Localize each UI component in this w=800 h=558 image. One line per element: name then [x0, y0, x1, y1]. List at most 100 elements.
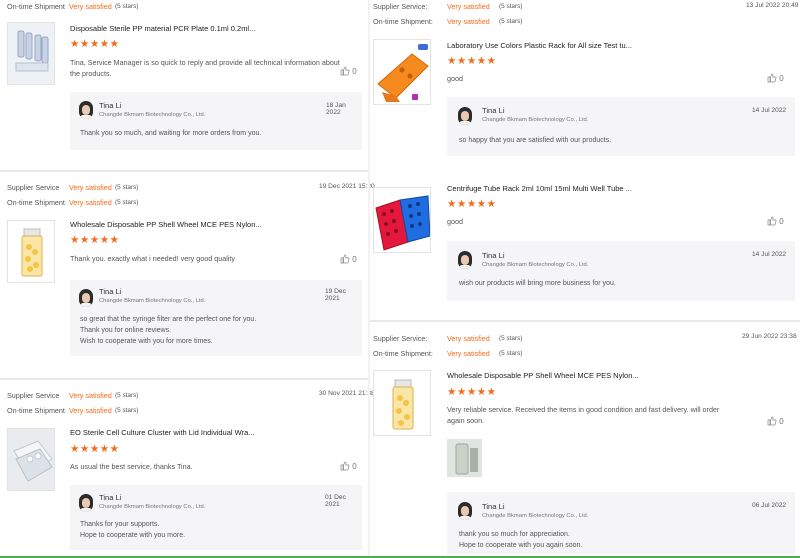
thumbs-up-icon — [340, 254, 350, 264]
like-button[interactable]: 0 — [340, 254, 357, 264]
shipment-label: On-time Shipment: — [373, 17, 433, 26]
orange-rack-image — [377, 44, 429, 102]
syringe-filter-jar-image — [21, 228, 43, 277]
review-photo[interactable] — [447, 439, 482, 477]
review-card: Supplier Service: Very satisfied (5 star… — [370, 0, 800, 168]
shipment-stars-text: (5 stars) — [499, 17, 523, 25]
supplier-stars-text: (5 stars) — [499, 2, 523, 10]
product-image[interactable] — [373, 370, 431, 436]
review-comment: As usual the best service, thanks Tina. — [70, 462, 193, 471]
left-review-column: On-time Shipment Very satisfied (5 stars… — [0, 0, 375, 558]
like-count: 0 — [779, 74, 784, 83]
avatar — [458, 502, 472, 520]
shipment-stars-text: (5 stars) — [115, 2, 139, 10]
reply-author: Tina Li — [99, 101, 122, 110]
product-title-link[interactable]: Wholesale Disposable PP Shell Wheel MCE … — [447, 371, 639, 380]
shipment-rating: Very satisfied — [447, 349, 490, 358]
like-count: 0 — [352, 255, 357, 264]
rating-stars: ★★★★★ — [447, 386, 497, 398]
review-comment: Thank you. exactly what i needed! very g… — [70, 254, 236, 263]
supplier-rating-row: Supplier Service Very satisfied (5 stars… — [7, 183, 138, 192]
thumbs-up-icon — [767, 73, 777, 83]
review-card: Centrifuge Tube Rack 2ml 10ml 15ml Multi… — [370, 168, 800, 320]
reply-date: 01 Dec 2021 — [325, 494, 346, 508]
reply-text: Thanks for your supports. Hope to cooper… — [80, 521, 186, 539]
thumbs-up-icon — [340, 461, 350, 471]
shipment-label: On-time Shipment: — [373, 349, 433, 358]
seller-reply: Tina Li Changde Bkmam Biotechnology Co.,… — [70, 280, 362, 356]
product-image[interactable] — [7, 428, 55, 491]
like-count: 0 — [779, 417, 784, 426]
pcr-plate-image — [8, 23, 54, 84]
like-button[interactable]: 0 — [340, 461, 357, 471]
seller-reply: Tina Li Changde Bkmam Biotechnology Co.,… — [447, 492, 795, 554]
shipment-rating: Very satisfied — [69, 2, 112, 11]
rating-stars: ★★★★★ — [447, 55, 497, 67]
like-button[interactable]: 0 — [767, 416, 784, 426]
like-button[interactable]: 0 — [767, 216, 784, 226]
like-count: 0 — [352, 67, 357, 76]
product-image[interactable] — [373, 39, 431, 105]
shipment-label: On-time Shipment — [7, 406, 65, 415]
product-title-link[interactable]: Laboratory Use Colors Plastic Rack for A… — [447, 41, 632, 50]
shipment-stars-text: (5 stars) — [499, 349, 523, 357]
like-count: 0 — [779, 217, 784, 226]
like-button[interactable]: 0 — [767, 73, 784, 83]
like-button[interactable]: 0 — [340, 66, 357, 76]
shipment-label: On-time Shipment — [7, 198, 65, 207]
syringe-filter-jar-image — [392, 379, 414, 430]
product-image[interactable] — [7, 22, 55, 85]
supplier-label: Supplier Service: — [373, 2, 428, 11]
seller-reply: Tina Li Changde Bkmam Biotechnology Co.,… — [70, 92, 362, 150]
product-title-link[interactable]: Disposable Sterile PP material PCR Plate… — [70, 24, 255, 33]
avatar — [458, 107, 472, 125]
shipment-rating-row: On-time Shipment: Very satisfied (5 star… — [373, 349, 522, 358]
review-date: 30 Nov 2021 21:38 — [319, 390, 375, 397]
review-card: On-time Shipment Very satisfied (5 stars… — [0, 0, 368, 170]
supplier-rating-row: Supplier Service Very satisfied (5 stars… — [7, 391, 138, 400]
shipment-rating-row: On-time Shipment Very satisfied (5 stars… — [7, 406, 138, 415]
avatar — [79, 101, 93, 119]
reply-author: Tina Li — [482, 106, 505, 115]
review-date: 19 Dec 2021 15:20 — [319, 183, 375, 190]
seller-reply: Tina Li Changde Bkmam Biotechnology Co.,… — [447, 241, 795, 301]
avatar — [79, 289, 93, 307]
reply-date: 19 Dec 2021 — [325, 288, 346, 302]
review-date: 29 Jun 2022 23:38 — [742, 333, 797, 340]
product-title-link[interactable]: EO Sterile Cell Culture Cluster with Lid… — [70, 428, 255, 437]
review-comment: good — [447, 74, 463, 83]
supplier-stars-text: (5 stars) — [499, 334, 523, 342]
rating-stars: ★★★★★ — [70, 38, 120, 50]
reply-company: Changde Bkmam Biotechnology Co., Ltd. — [482, 513, 589, 519]
tube-rack-image — [375, 195, 430, 251]
reply-text: so happy that you are satisfied with our… — [459, 137, 612, 144]
product-title-link[interactable]: Centrifuge Tube Rack 2ml 10ml 15ml Multi… — [447, 184, 632, 193]
product-image[interactable] — [373, 187, 431, 253]
supplier-rating: Very satisfied — [447, 334, 490, 343]
shipment-rating: Very satisfied — [69, 406, 112, 415]
reply-author: Tina Li — [482, 502, 505, 511]
review-comment: Tina, Service Manager is so quick to rep… — [70, 58, 340, 78]
reply-author: Tina Li — [99, 287, 122, 296]
shipment-rating-row: On-time Shipment Very satisfied (5 stars… — [7, 2, 138, 11]
reply-date: 14 Jul 2022 — [752, 107, 787, 114]
shipment-label: On-time Shipment — [7, 2, 65, 11]
reply-author: Tina Li — [482, 251, 505, 260]
review-card: Supplier Service: Very satisfied (5 star… — [370, 320, 800, 558]
supplier-label: Supplier Service: — [373, 334, 428, 343]
supplier-stars-text: (5 stars) — [115, 183, 139, 191]
seller-reply: Tina Li Changde Bkmam Biotechnology Co.,… — [70, 485, 362, 550]
reply-date: 14 Jul 2022 — [752, 251, 787, 258]
reply-company: Changde Bkmam Biotechnology Co., Ltd. — [99, 504, 206, 510]
reply-company: Changde Bkmam Biotechnology Co., Ltd. — [482, 117, 589, 123]
supplier-label: Supplier Service — [7, 183, 60, 192]
right-review-column: Supplier Service: Very satisfied (5 star… — [370, 0, 800, 558]
review-card: Supplier Service Very satisfied (5 stars… — [0, 170, 375, 378]
review-comment: good — [447, 217, 463, 226]
thumbs-up-icon — [767, 416, 777, 426]
reply-date: 18 Jan 2022 — [326, 102, 346, 116]
product-image[interactable] — [7, 220, 55, 283]
review-photo-image — [448, 440, 481, 476]
shipment-rating-row: On-time Shipment: Very satisfied (5 star… — [373, 17, 522, 26]
product-title-link[interactable]: Wholesale Disposable PP Shell Wheel MCE … — [70, 220, 262, 229]
